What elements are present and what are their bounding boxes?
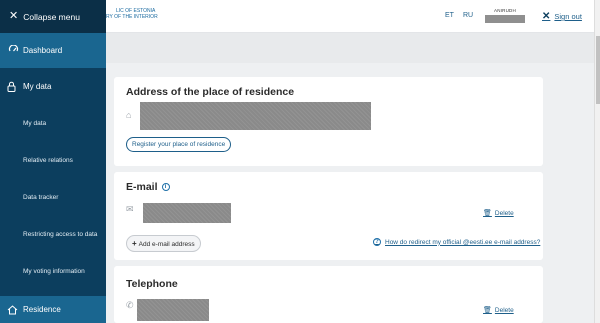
sign-out-link[interactable]: ✕ Sign out — [542, 11, 582, 22]
add-email-label: Add e-mail address — [138, 241, 195, 248]
mail-icon: ✉ — [126, 204, 134, 214]
address-card: Address of the place of residence ⌂ Regi… — [114, 77, 543, 166]
address-title: Address of the place of residence — [126, 86, 295, 98]
language-ru[interactable]: RU — [463, 12, 473, 19]
sidebar-item-label: Residence — [23, 305, 61, 314]
help-icon: ? — [373, 238, 381, 246]
lock-icon — [7, 81, 19, 92]
sidebar-item-label: My data — [23, 82, 52, 91]
sign-out-label: Sign out — [554, 12, 582, 21]
sidebar-item-restricting-access[interactable]: Restricting access to data — [0, 216, 106, 253]
scrollbar-thumb[interactable] — [596, 36, 600, 104]
home-icon: ⌂ — [126, 110, 132, 120]
delete-label: Delete — [494, 209, 514, 217]
breadcrumb-area — [106, 33, 594, 63]
add-email-button[interactable]: + Add e-mail address — [126, 235, 201, 252]
scrollbar[interactable] — [594, 0, 600, 323]
help-link-label: How do redirect my official @eesti.ee e-… — [385, 238, 541, 246]
email-title-text: E-mail — [126, 181, 158, 193]
close-icon: ✕ — [9, 10, 19, 22]
home-icon — [7, 304, 19, 315]
email-card: E-mail i ✉ 🗑 Delete + Add e-mail address ?… — [114, 172, 543, 260]
sidebar-item-label: Dashboard — [23, 46, 63, 55]
user-id-redacted — [485, 15, 525, 23]
close-icon: ✕ — [542, 11, 551, 22]
language-et[interactable]: ET — [445, 12, 454, 19]
sidebar-item-residence[interactable]: Residence — [0, 296, 106, 323]
delete-label: Delete — [494, 306, 514, 314]
sidebar-item-relative-relations[interactable]: Relative relations — [0, 142, 106, 179]
sidebar-item-my-data[interactable]: My data — [0, 105, 106, 142]
collapse-menu-label: Collapse menu — [23, 11, 80, 22]
sidebar-item-data-tracker[interactable]: Data tracker — [0, 179, 106, 216]
sidebar-section-my-data[interactable]: My data — [0, 68, 106, 105]
address-value-redacted — [140, 102, 371, 130]
telephone-card: Telephone ✆ 🗑 Delete — [114, 266, 543, 323]
user-menu[interactable]: ANIRUDH — [483, 8, 527, 26]
trash-icon: 🗑 — [483, 307, 492, 314]
email-redirect-help-link[interactable]: ? How do redirect my official @eesti.ee … — [373, 238, 540, 246]
logo[interactable]: LIC OF ESTONIA RY OF THE INTERIOR — [106, 8, 158, 20]
info-icon[interactable]: i — [161, 183, 170, 192]
telephone-value-redacted — [137, 299, 209, 321]
delete-email-link[interactable]: 🗑 Delete — [483, 209, 514, 218]
sidebar: ✕ Collapse menu Dashboard My data My dat… — [0, 0, 106, 323]
collapse-menu-button[interactable]: ✕ Collapse menu — [0, 0, 106, 33]
trash-icon: 🗑 — [483, 210, 492, 217]
delete-telephone-link[interactable]: 🗑 Delete — [483, 306, 514, 315]
top-header: LIC OF ESTONIA RY OF THE INTERIOR ET RU … — [106, 0, 600, 33]
register-residence-button[interactable]: Register your place of residence — [126, 137, 232, 152]
user-name: ANIRUDH — [494, 8, 516, 13]
plus-icon: + — [132, 239, 137, 248]
telephone-title: Telephone — [126, 278, 178, 290]
email-title: E-mail i — [126, 181, 170, 193]
sidebar-item-voting-information[interactable]: My voting information — [0, 253, 106, 290]
sidebar-item-dashboard[interactable]: Dashboard — [0, 33, 106, 68]
email-value-redacted — [143, 203, 231, 223]
dashboard-icon — [7, 45, 19, 57]
logo-line-2: RY OF THE INTERIOR — [106, 14, 158, 20]
phone-icon: ✆ — [126, 300, 134, 310]
